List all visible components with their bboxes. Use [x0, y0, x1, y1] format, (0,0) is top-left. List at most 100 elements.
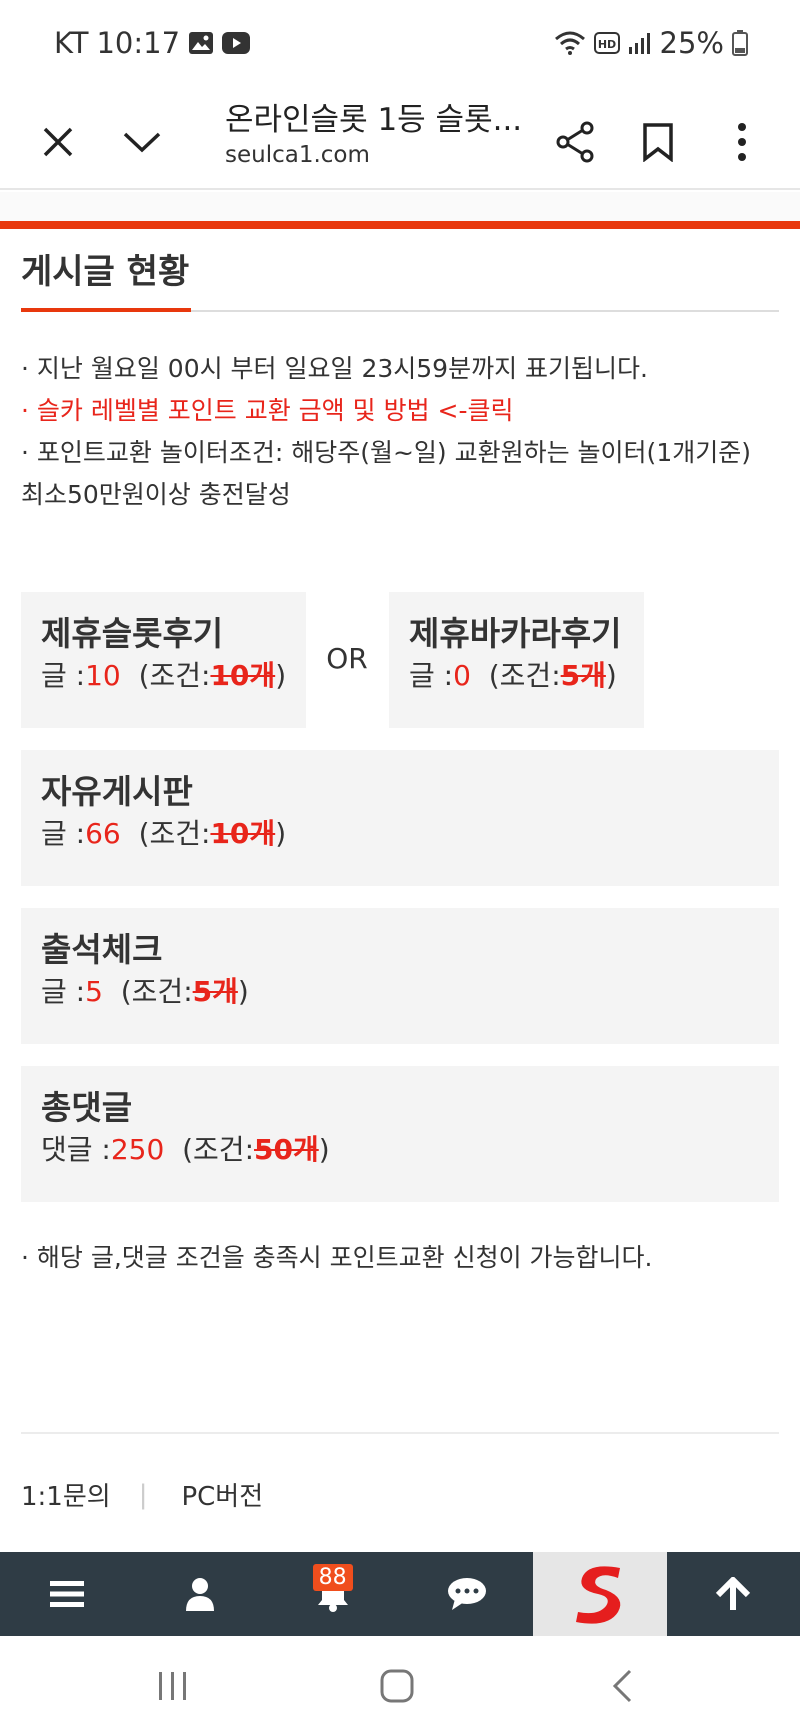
close-button[interactable]	[28, 112, 88, 172]
stat-box-total-comments: 총댓글 댓글 :250 (조건:50개)	[21, 1066, 779, 1202]
share-button[interactable]	[545, 112, 605, 172]
stat-line: 댓글 :250 (조건:50개)	[41, 1130, 759, 1170]
gallery-icon	[189, 32, 214, 54]
chat-icon	[447, 1578, 486, 1610]
bookmark-button[interactable]	[628, 112, 688, 172]
youtube-icon	[222, 32, 251, 54]
pc-version-link[interactable]: PC버전	[181, 1476, 263, 1513]
stat-count: 66	[85, 817, 121, 850]
recent-apps-button[interactable]	[143, 1666, 203, 1706]
cond-value: 5개	[192, 975, 238, 1008]
notes: · 지난 월요일 00시 부터 일요일 23시59분까지 표기됩니다. · 슬카…	[21, 348, 781, 516]
cond-value: 5개	[560, 659, 606, 692]
stat-count: 5	[85, 975, 103, 1008]
bottom-nav: 88	[0, 1552, 800, 1636]
accent-line	[0, 221, 800, 229]
cond-suffix: )	[237, 975, 249, 1008]
arrow-up-icon	[716, 1577, 751, 1610]
cond-prefix: (조건:	[138, 817, 211, 850]
cond-value: 10개	[210, 817, 276, 850]
signal-icon	[628, 33, 650, 54]
stat-label: 댓글 :	[41, 1133, 111, 1166]
carrier: KT	[54, 26, 89, 60]
stat-label: 글 :	[41, 817, 86, 850]
stat-line: 글 :10 (조건:10개)	[41, 656, 286, 696]
nav-scroll-top-button[interactable]	[667, 1552, 800, 1636]
wifi-icon	[554, 31, 585, 55]
stat-count: 0	[453, 659, 471, 692]
nav-home-logo-button[interactable]	[533, 1552, 667, 1636]
recent-apps-icon	[159, 1672, 186, 1700]
minimize-button[interactable]	[112, 112, 172, 172]
stat-line: 글 :66 (조건:10개)	[41, 814, 759, 854]
exchange-note: · 해당 글,댓글 조건을 충족시 포인트교환 신청이 가능합니다.	[21, 1243, 653, 1272]
stat-box-baccarat-reviews: 제휴바카라후기 글 :0 (조건:5개)	[389, 592, 644, 728]
cond-suffix: )	[275, 659, 287, 692]
stat-label: 글 :	[41, 975, 86, 1008]
section-title: 게시글 현황	[21, 252, 190, 292]
stat-box-attendance: 출석체크 글 :5 (조건:5개)	[21, 908, 779, 1044]
stat-label: 글 :	[409, 659, 454, 692]
battery-percent: 25%	[659, 26, 724, 60]
footer-divider	[21, 1432, 779, 1434]
nav-chat-button[interactable]	[400, 1552, 533, 1636]
browser-app-bar: 온라인슬롯 1등 슬롯... seulca1.com	[0, 90, 800, 190]
stat-line: 글 :0 (조건:5개)	[409, 656, 624, 696]
stat-count: 250	[110, 1133, 165, 1166]
cond-prefix: (조건:	[138, 659, 211, 692]
stat-box-free-board: 자유게시판 글 :66 (조건:10개)	[21, 750, 779, 886]
time: 10:17	[96, 26, 181, 60]
battery-icon	[732, 30, 748, 56]
stat-line: 글 :5 (조건:5개)	[41, 972, 759, 1012]
more-options-button[interactable]	[712, 112, 772, 172]
stat-title: 제휴바카라후기	[409, 614, 622, 653]
page-url[interactable]: seulca1.com	[225, 142, 370, 168]
site-logo-icon	[575, 1566, 621, 1624]
note-condition: · 포인트교환 놀이터조건: 해당주(월~일) 교환원하는 놀이터(1개기준) …	[21, 438, 751, 509]
bookmark-icon	[643, 123, 673, 162]
home-icon	[380, 1669, 414, 1703]
cond-suffix: )	[318, 1133, 330, 1166]
cond-suffix: )	[605, 659, 617, 692]
stat-label: 글 :	[41, 659, 86, 692]
share-icon	[556, 121, 594, 163]
chevron-down-icon	[123, 132, 161, 153]
back-icon	[612, 1669, 632, 1703]
back-button[interactable]	[592, 1666, 652, 1706]
svg-text:HD: HD	[597, 38, 615, 51]
stat-title: 출석체크	[41, 930, 163, 969]
nav-profile-button[interactable]	[133, 1552, 266, 1636]
status-right: HD 25%	[554, 26, 748, 60]
page-title: 온라인슬롯 1등 슬롯...	[225, 102, 523, 138]
cond-value: 50개	[254, 1133, 319, 1166]
note-exchange-link[interactable]: · 슬카 레벨별 포인트 교환 금액 및 방법 <-클릭	[21, 390, 781, 432]
stat-count: 10	[85, 659, 121, 692]
note-period: · 지난 월요일 00시 부터 일요일 23시59분까지 표기됩니다.	[21, 354, 648, 383]
footer-links: 1:1문의 | PC버전	[21, 1476, 263, 1513]
menu-icon	[49, 1581, 84, 1607]
cond-prefix: (조건:	[182, 1133, 255, 1166]
stat-box-slot-reviews: 제휴슬롯후기 글 :10 (조건:10개)	[21, 592, 306, 728]
system-nav-bar	[0, 1636, 800, 1734]
home-button[interactable]	[367, 1666, 427, 1706]
or-label: OR	[326, 642, 368, 675]
hd-icon: HD	[593, 32, 620, 54]
cond-prefix: (조건:	[120, 975, 193, 1008]
notification-badge: 88	[312, 1564, 353, 1591]
cond-prefix: (조건:	[488, 659, 561, 692]
heading-underline	[21, 308, 191, 312]
close-icon	[43, 127, 73, 157]
nav-notifications-button[interactable]: 88	[267, 1552, 400, 1636]
inquiry-link[interactable]: 1:1문의	[21, 1476, 111, 1513]
more-vertical-icon	[738, 123, 746, 161]
link-separator: |	[138, 1479, 148, 1510]
stat-title: 자유게시판	[41, 772, 193, 811]
stat-title: 총댓글	[41, 1088, 133, 1127]
nav-menu-button[interactable]	[0, 1552, 133, 1636]
status-left: KT 10:17	[54, 26, 251, 60]
status-bar: KT 10:17 HD 25%	[0, 0, 800, 90]
user-icon	[185, 1578, 214, 1611]
cond-value: 10개	[210, 659, 276, 692]
cond-suffix: )	[275, 817, 287, 850]
stat-title: 제휴슬롯후기	[41, 614, 224, 653]
